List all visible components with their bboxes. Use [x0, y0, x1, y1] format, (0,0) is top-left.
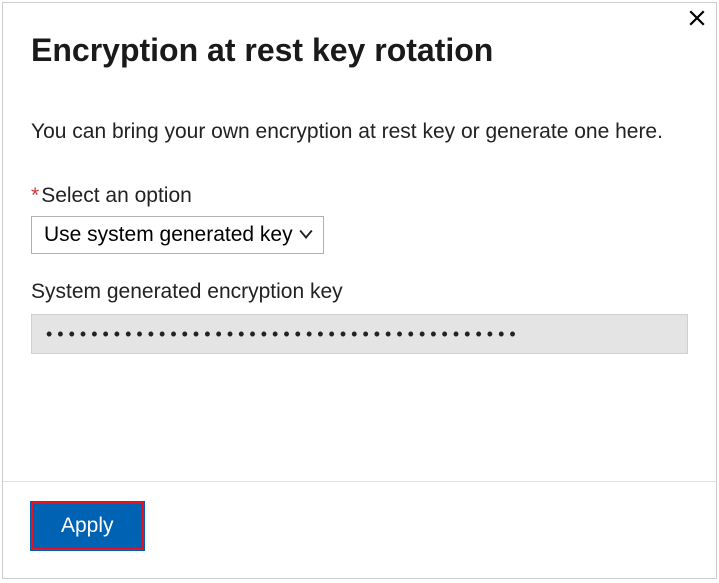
dialog-title: Encryption at rest key rotation: [31, 31, 688, 69]
dialog-description: You can bring your own encryption at res…: [31, 117, 688, 147]
close-button[interactable]: [688, 9, 706, 32]
key-field-group: System generated encryption key ••••••••…: [31, 280, 688, 354]
option-select-value: Use system generated key: [44, 223, 293, 247]
option-field-group: *Select an option Use system generated k…: [31, 184, 688, 254]
dialog-footer: Apply: [3, 481, 716, 578]
close-icon: [688, 14, 706, 31]
required-marker: *: [31, 184, 39, 207]
dialog-content: Encryption at rest key rotation You can …: [3, 3, 716, 481]
key-rotation-dialog: Encryption at rest key rotation You can …: [2, 2, 717, 579]
key-label: System generated encryption key: [31, 280, 688, 304]
key-masked-field: ••••••••••••••••••••••••••••••••••••••••…: [31, 314, 688, 354]
apply-button[interactable]: Apply: [31, 502, 144, 550]
option-select[interactable]: Use system generated key: [31, 216, 324, 254]
chevron-down-icon: [299, 223, 313, 247]
option-label: *Select an option: [31, 184, 688, 208]
option-label-text: Select an option: [41, 184, 192, 207]
